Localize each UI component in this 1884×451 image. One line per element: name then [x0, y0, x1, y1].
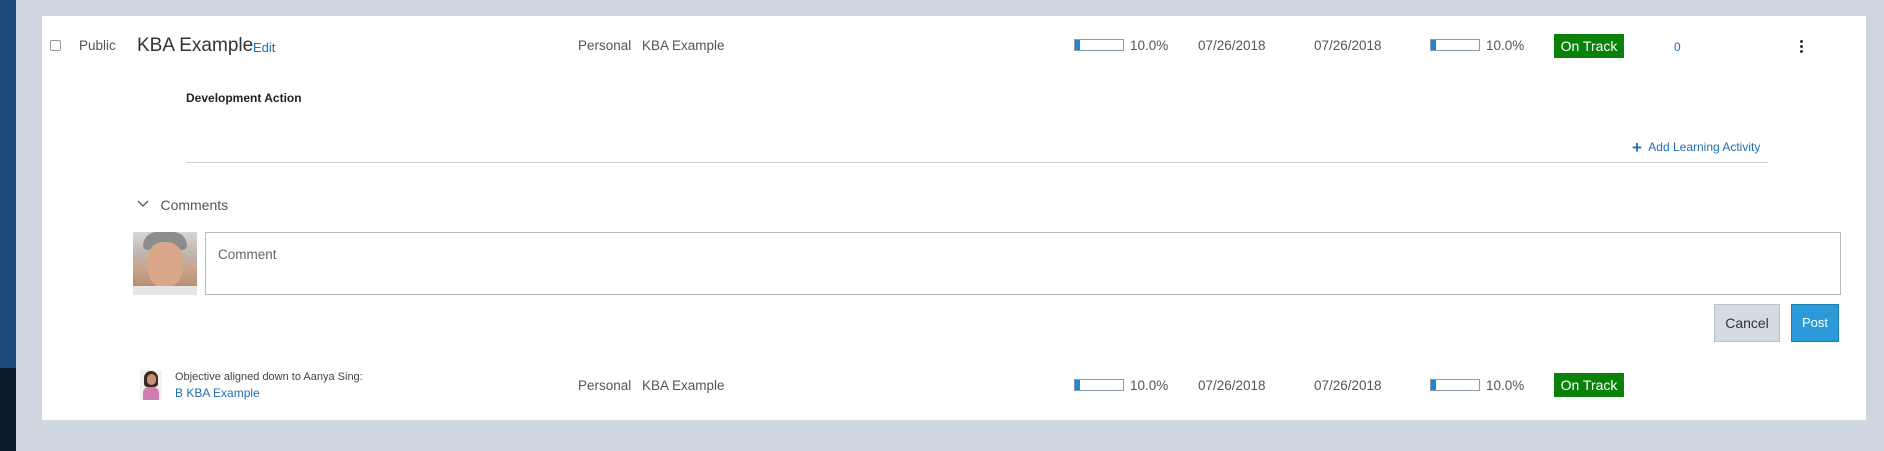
aligned-user-avatar — [140, 370, 162, 400]
due-date: 07/26/2018 — [1314, 378, 1382, 393]
progress-bar-fill — [1075, 40, 1080, 50]
status-badge: On Track — [1554, 373, 1624, 397]
start-date: 07/26/2018 — [1198, 38, 1266, 53]
progress-bar-2 — [1430, 39, 1480, 51]
progress-percent-2: 10.0% — [1486, 38, 1525, 53]
aligned-goal-link[interactable]: B KBA Example — [175, 386, 260, 400]
count-link[interactable]: 0 — [1674, 40, 1681, 54]
progress-bar-2-fill — [1431, 380, 1436, 390]
left-navigation-strip-dark — [0, 368, 16, 451]
alignment-note: Objective aligned down to Aanya Sing: — [175, 371, 363, 383]
progress-bar-2 — [1430, 379, 1480, 391]
progress-bar-2-fill — [1431, 40, 1436, 50]
section-divider — [186, 162, 1768, 163]
chevron-down-icon — [137, 200, 149, 207]
development-action-heading: Development Action — [186, 91, 302, 105]
progress-percent: 10.0% — [1130, 378, 1169, 393]
start-date: 07/26/2018 — [1198, 378, 1266, 393]
comment-input[interactable]: Comment — [205, 232, 1841, 295]
goal-card — [42, 16, 1866, 420]
progress-bar-fill — [1075, 380, 1080, 390]
post-button[interactable]: Post — [1791, 304, 1839, 342]
add-learning-activity-link[interactable]: + Add Learning Activity — [1632, 138, 1760, 158]
vertical-ellipsis-icon[interactable] — [1800, 40, 1804, 54]
comments-label: Comments — [160, 197, 229, 213]
cancel-button[interactable]: Cancel — [1714, 304, 1780, 342]
progress-bar — [1074, 39, 1124, 51]
select-checkbox[interactable] — [50, 40, 61, 51]
plus-icon: + — [1632, 138, 1642, 157]
status-badge: On Track — [1554, 34, 1624, 58]
edit-link[interactable]: Edit — [253, 40, 275, 55]
category-label: Personal — [578, 38, 632, 53]
due-date: 07/26/2018 — [1314, 38, 1382, 53]
progress-percent: 10.0% — [1130, 38, 1169, 53]
goal-title: KBA Example — [137, 35, 254, 56]
progress-bar — [1074, 379, 1124, 391]
avatar — [133, 232, 197, 295]
add-learning-activity-label: Add Learning Activity — [1648, 140, 1761, 154]
goal-name: KBA Example — [642, 378, 725, 393]
progress-percent-2: 10.0% — [1486, 378, 1525, 393]
category-label: Personal — [578, 378, 632, 393]
goal-name: KBA Example — [642, 38, 725, 53]
visibility-label: Public — [79, 38, 116, 53]
comments-toggle[interactable]: Comments — [137, 197, 228, 215]
